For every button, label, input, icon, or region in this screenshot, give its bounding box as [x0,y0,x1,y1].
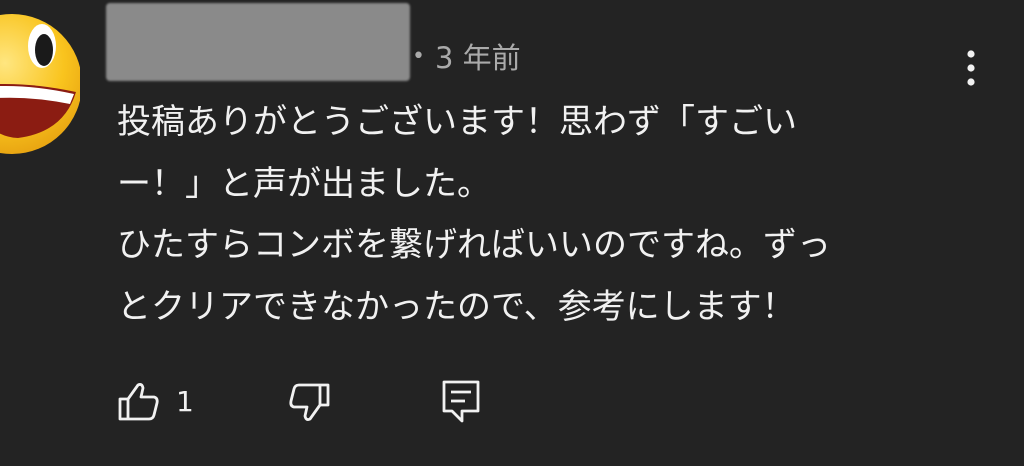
comment-meta: • 3 年前 [412,36,521,76]
comment-card: • 3 年前 投稿ありがとうございます！思わず「すごい ー！」と声が出ました。 … [0,0,1024,466]
thumbs-up-icon [118,383,159,421]
separator-dot: • [412,43,425,69]
like-count: 1 [176,385,194,418]
comment-reply-icon [442,380,480,423]
reply-button[interactable] [438,374,488,430]
comment-timestamp[interactable]: 3 年前 [435,35,521,77]
username-redacted[interactable] [106,3,410,81]
avatar[interactable] [0,6,80,154]
thumbs-down-icon [289,383,330,421]
comment-line: ー！」と声が出ました。 [117,163,491,204]
more-vertical-icon[interactable] [956,46,986,90]
comment-text: 投稿ありがとうございます！思わず「すごい ー！」と声が出ました。 ひたすらコンボ… [117,92,957,338]
comment-line: ひたすらコンボを繋げればいいのですね。ずっ [117,225,831,265]
comment-line: 投稿ありがとうございます！思わず「すごい [117,102,797,142]
dislike-button[interactable] [286,374,336,430]
comment-line: とクリアできなかったので、参考にします！ [117,286,796,327]
like-button[interactable]: 1 [116,374,206,430]
